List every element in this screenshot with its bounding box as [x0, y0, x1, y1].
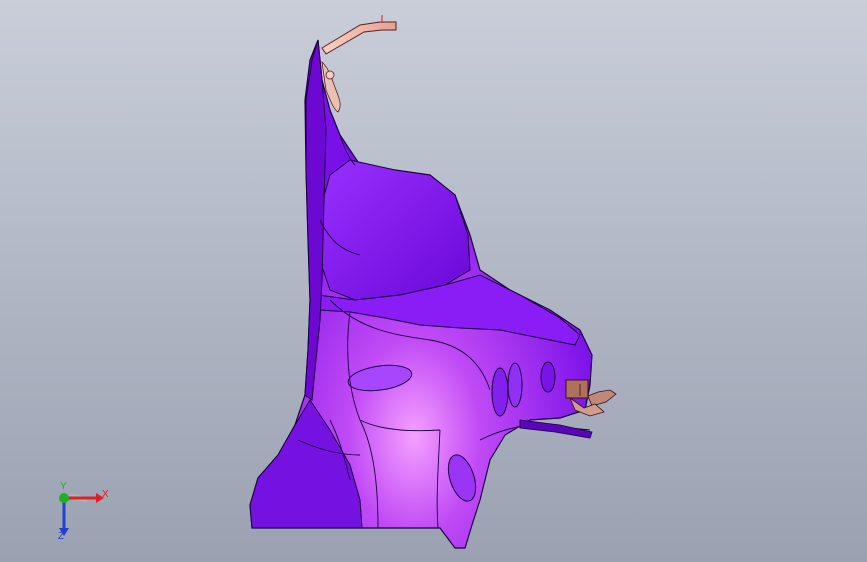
y-axis-label: Y — [60, 481, 67, 492]
y-axis-dot — [59, 493, 69, 503]
oval-slot-right-2 — [507, 362, 523, 408]
top-bracket[interactable] — [321, 15, 397, 113]
graphics-viewport[interactable]: X Y Z — [0, 0, 867, 562]
cad-model[interactable] — [0, 0, 867, 562]
oval-slot-right-1 — [491, 367, 509, 417]
upper-bulge-face — [317, 159, 471, 301]
reference-triad: X Y Z — [44, 480, 114, 550]
oval-slot-right-3 — [540, 361, 556, 393]
x-axis-label: X — [102, 489, 109, 500]
z-axis-label: Z — [58, 531, 65, 542]
